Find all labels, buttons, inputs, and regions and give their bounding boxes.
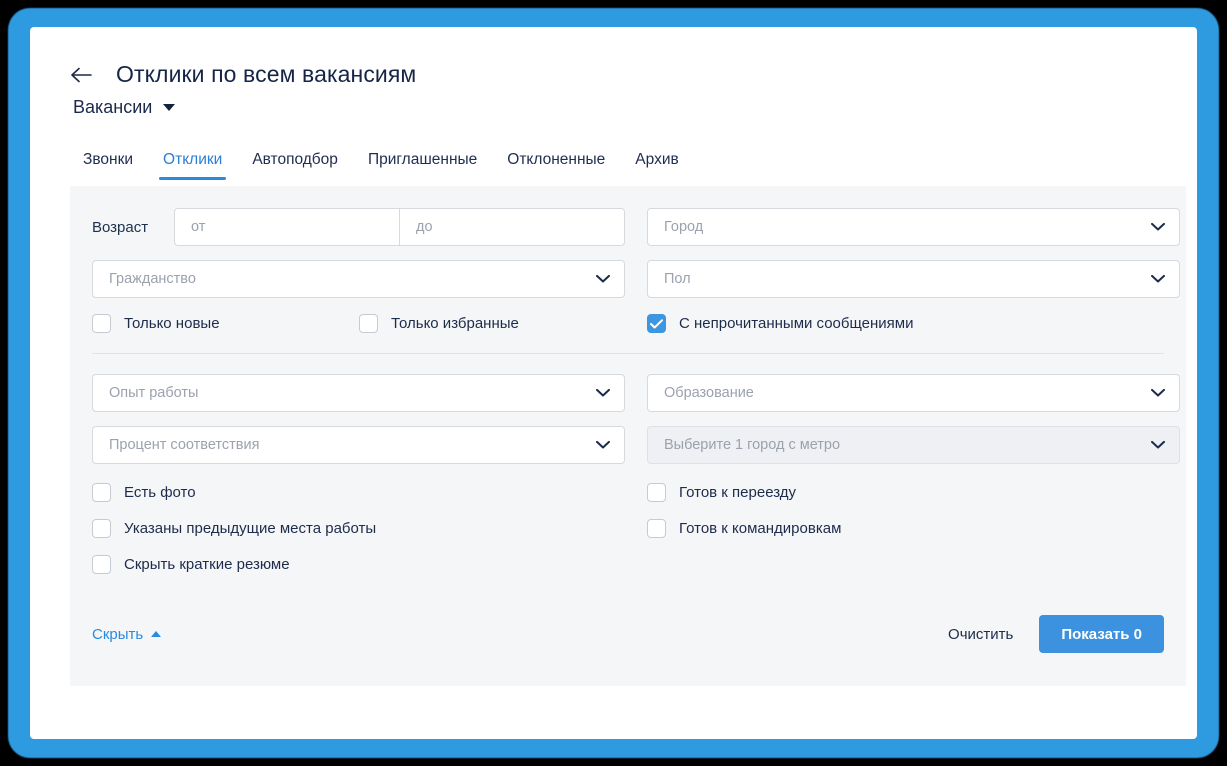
match-percent-filter-group: Процент соответствия xyxy=(92,426,625,464)
checkbox-label: Только избранные xyxy=(391,315,519,332)
city-filter-group: Город xyxy=(647,208,1180,246)
checkbox-ready-to-relocate[interactable]: Готов к переезду xyxy=(647,483,1180,502)
gender-select[interactable]: Пол xyxy=(647,260,1180,298)
education-filter-group: Образование xyxy=(647,374,1180,412)
show-results-button[interactable]: Показать 0 xyxy=(1039,615,1164,653)
gender-select-text: Пол xyxy=(664,271,691,287)
checkbox-box xyxy=(92,314,111,333)
checkbox-box xyxy=(92,519,111,538)
page-title: Отклики по всем вакансиям xyxy=(116,61,417,87)
bottom-checkbox-column-left: Есть фото Указаны предыдущие места работ… xyxy=(92,483,625,591)
checkbox-with-unread-messages[interactable]: С непрочитанными сообщениями xyxy=(647,314,914,333)
chevron-down-icon xyxy=(596,388,610,398)
tab-arhiv[interactable]: Архив xyxy=(620,151,693,180)
tab-otklonennye[interactable]: Отклоненные xyxy=(492,151,620,180)
filter-row-age-city: Возраст Город xyxy=(92,208,1180,246)
chevron-down-icon xyxy=(1151,222,1165,232)
checkbox-box xyxy=(92,483,111,502)
checkbox-label: Готов к переезду xyxy=(679,484,797,501)
filter-panel: Возраст Город xyxy=(70,186,1186,686)
metro-city-select-text: Выберите 1 город с метро xyxy=(664,437,841,453)
bottom-checkbox-group: Есть фото Указаны предыдущие места работ… xyxy=(92,483,1164,591)
screen-root: Отклики по всем вакансиям Вакансии Звонк… xyxy=(0,0,1227,766)
age-filter-group: Возраст xyxy=(92,208,625,246)
checkbox-label: Только новые xyxy=(124,315,220,332)
filter-row-match-metro: Процент соответствия Выберите 1 город с … xyxy=(92,426,1180,464)
section-divider xyxy=(92,353,1164,354)
filter-action-buttons: Очистить Показать 0 xyxy=(948,615,1164,653)
tab-otkliki[interactable]: Отклики xyxy=(148,151,237,180)
checkbox-label: Готов к командировкам xyxy=(679,520,842,537)
experience-select-text: Опыт работы xyxy=(109,385,199,401)
page-content: Отклики по всем вакансиям Вакансии Звонк… xyxy=(30,27,1197,739)
checkbox-box xyxy=(359,314,378,333)
education-select-text: Образование xyxy=(664,385,754,401)
chevron-down-icon xyxy=(1151,440,1165,450)
checkbox-box xyxy=(647,483,666,502)
city-select[interactable]: Город xyxy=(647,208,1180,246)
clear-button[interactable]: Очистить xyxy=(948,626,1013,643)
match-percent-select[interactable]: Процент соответствия xyxy=(92,426,625,464)
age-from-input[interactable] xyxy=(175,209,399,245)
arrow-left-icon[interactable] xyxy=(70,63,94,87)
chevron-down-icon xyxy=(1151,274,1165,284)
experience-filter-group: Опыт работы xyxy=(92,374,625,412)
tab-bar: Звонки Отклики Автоподбор Приглашенные О… xyxy=(30,140,1197,180)
hide-filters-label: Скрыть xyxy=(92,625,144,643)
checkbox-previous-jobs[interactable]: Указаны предыдущие места работы xyxy=(92,519,625,538)
checkbox-box xyxy=(647,314,666,333)
match-percent-select-text: Процент соответствия xyxy=(109,437,260,453)
citizenship-select-text: Гражданство xyxy=(109,271,196,287)
checkbox-label: Есть фото xyxy=(124,484,196,501)
tab-avtopodbor[interactable]: Автоподбор xyxy=(237,151,353,180)
citizenship-select[interactable]: Гражданство xyxy=(92,260,625,298)
metro-city-filter-group: Выберите 1 город с метро xyxy=(647,426,1180,464)
checkbox-has-photo[interactable]: Есть фото xyxy=(92,483,625,502)
tab-zvonki[interactable]: Звонки xyxy=(68,151,148,180)
chevron-down-icon xyxy=(596,274,610,284)
age-to-input[interactable] xyxy=(400,209,624,245)
caret-up-icon xyxy=(151,631,162,637)
checkbox-hide-short-resumes[interactable]: Скрыть краткие резюме xyxy=(92,555,625,574)
metro-city-select[interactable]: Выберите 1 город с метро xyxy=(647,426,1180,464)
top-checkbox-row: Только новые Только избранные С непрочит… xyxy=(92,314,1164,333)
bottom-checkbox-column-right: Готов к переезду Готов к командировкам xyxy=(647,483,1180,591)
age-label: Возраст xyxy=(92,218,149,236)
chevron-down-icon xyxy=(1151,388,1165,398)
education-select[interactable]: Образование xyxy=(647,374,1180,412)
checkbox-label: Указаны предыдущие места работы xyxy=(124,520,377,537)
page-header: Отклики по всем вакансиям xyxy=(30,27,1197,88)
citizenship-filter-group: Гражданство xyxy=(92,260,625,298)
city-select-text: Город xyxy=(664,219,704,235)
checkbox-ready-for-business-trips[interactable]: Готов к командировкам xyxy=(647,519,1180,538)
checkbox-only-favorites[interactable]: Только избранные xyxy=(359,314,647,333)
gender-filter-group: Пол xyxy=(647,260,1180,298)
age-range-box xyxy=(174,208,625,246)
filter-actions: Скрыть Очистить Показать 0 xyxy=(92,615,1164,653)
chevron-down-icon xyxy=(163,104,176,111)
checkbox-box xyxy=(647,519,666,538)
breadcrumb-label: Вакансии xyxy=(73,97,153,117)
filter-row-experience-education: Опыт работы Образование xyxy=(92,374,1180,412)
hide-filters-link[interactable]: Скрыть xyxy=(92,625,162,643)
checkbox-label: Скрыть краткие резюме xyxy=(124,556,290,573)
checkbox-box xyxy=(92,555,111,574)
chevron-down-icon xyxy=(596,440,610,450)
checkbox-only-new[interactable]: Только новые xyxy=(92,314,359,333)
breadcrumb[interactable]: Вакансии xyxy=(30,88,1197,118)
tab-priglashennye[interactable]: Приглашенные xyxy=(353,151,492,180)
experience-select[interactable]: Опыт работы xyxy=(92,374,625,412)
filter-row-citizenship-gender: Гражданство Пол xyxy=(92,260,1180,298)
checkbox-label: С непрочитанными сообщениями xyxy=(679,315,914,332)
